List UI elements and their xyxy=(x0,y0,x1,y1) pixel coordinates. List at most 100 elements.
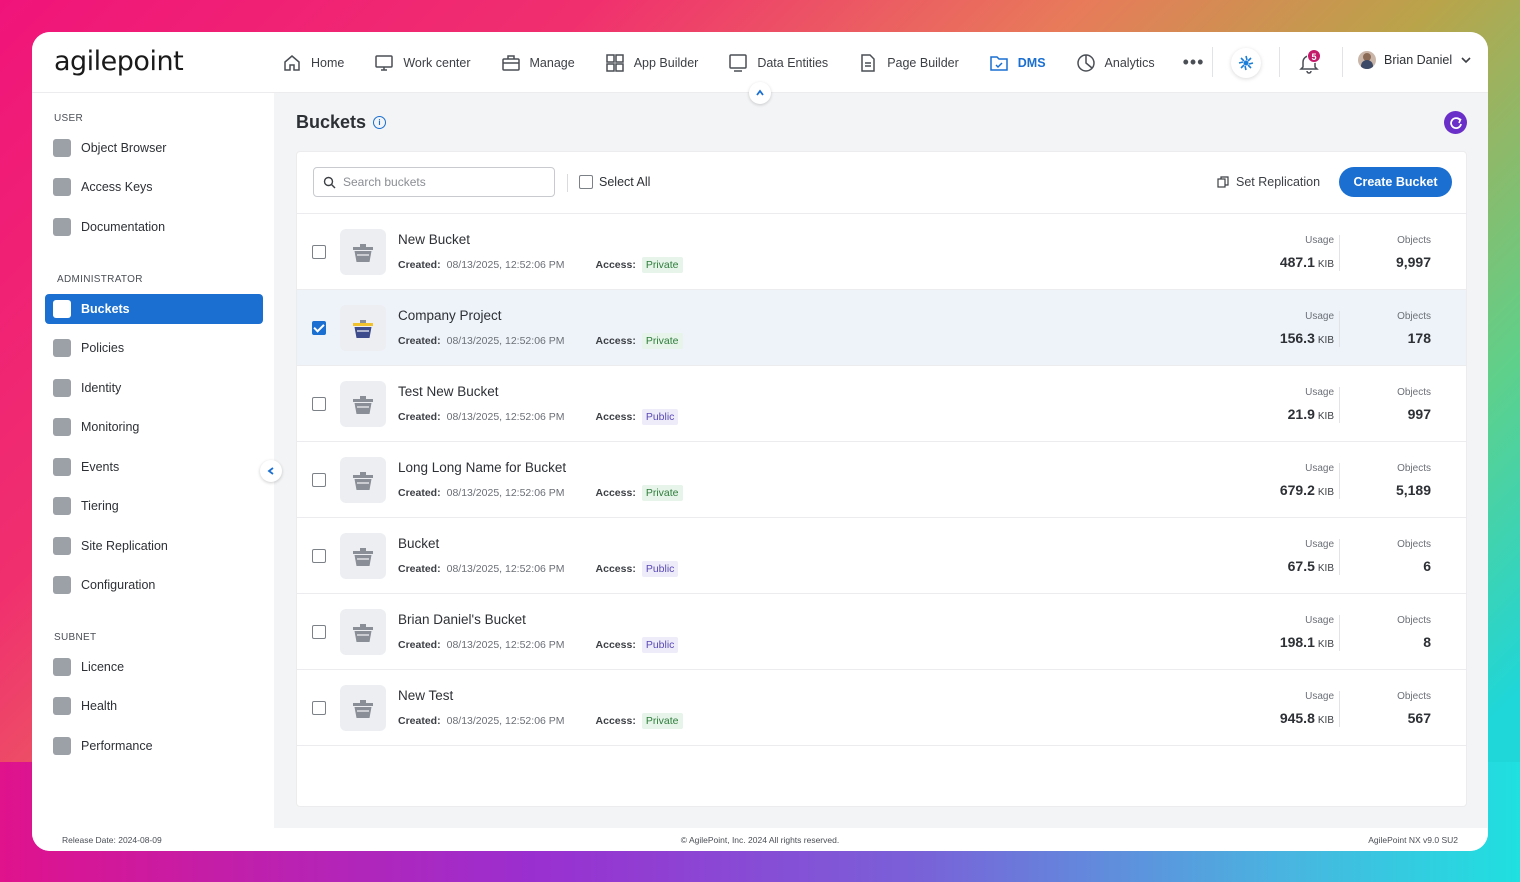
sidebar-item-access-keys[interactable]: Access Keys xyxy=(45,172,263,202)
screen-icon xyxy=(729,53,748,72)
objects-value: 567 xyxy=(1407,710,1431,726)
bucket-row[interactable]: Bucket Created: 08/13/2025, 12:52:06 PM … xyxy=(297,518,1466,594)
bucket-row[interactable]: Test New Bucket Created: 08/13/2025, 12:… xyxy=(297,366,1466,442)
sidebar-item-monitoring[interactable]: Monitoring xyxy=(45,412,263,442)
bucket-row[interactable]: New Test Created: 08/13/2025, 12:52:06 P… xyxy=(297,670,1466,746)
bucket-meta: Created: 08/13/2025, 12:52:06 PM Access:… xyxy=(398,713,683,729)
bucket-name[interactable]: Test New Bucket xyxy=(398,384,499,399)
divider xyxy=(1212,47,1213,77)
sidebar-item-buckets[interactable]: Buckets xyxy=(45,294,263,324)
refresh-button[interactable] xyxy=(1444,111,1467,134)
objects-label: Objects xyxy=(1397,311,1431,322)
notification-badge: 5 xyxy=(1307,49,1321,63)
objects-value: 9,997 xyxy=(1395,254,1431,270)
collapse-sidebar-button[interactable] xyxy=(260,460,282,482)
sidebar-item-performance[interactable]: Performance xyxy=(45,731,263,761)
layers-icon xyxy=(53,497,71,515)
usage-label: Usage xyxy=(1305,615,1334,626)
nav-analytics[interactable]: Analytics xyxy=(1076,53,1155,73)
search-input[interactable] xyxy=(343,175,543,189)
grid-icon xyxy=(605,53,624,72)
gear-icon xyxy=(53,576,71,594)
select-all-checkbox[interactable]: Select All xyxy=(579,175,650,189)
usage-label: Usage xyxy=(1305,311,1334,322)
access-badge: Private xyxy=(641,485,683,501)
search-field[interactable] xyxy=(313,167,555,197)
divider xyxy=(1279,47,1280,77)
row-checkbox[interactable] xyxy=(312,625,326,639)
row-checkbox[interactable] xyxy=(312,701,326,715)
bucket-row[interactable]: Long Long Name for Bucket Created: 08/13… xyxy=(297,442,1466,518)
logo[interactable]: agilepoint xyxy=(54,46,184,77)
sidebar-item-site-replication[interactable]: Site Replication xyxy=(45,531,263,561)
sidebar-item-policies[interactable]: Policies xyxy=(45,333,263,363)
bucket-name[interactable]: New Test xyxy=(398,688,453,703)
usage-label: Usage xyxy=(1305,539,1334,550)
badge-icon xyxy=(53,658,71,676)
objects-value: 997 xyxy=(1407,406,1431,422)
user-menu[interactable]: Brian Daniel xyxy=(1358,51,1472,69)
row-checkbox[interactable] xyxy=(312,549,326,563)
folder-icon xyxy=(990,55,1008,71)
sidebar-item-events[interactable]: Events xyxy=(45,452,263,482)
created-date: 08/13/2025, 12:52:06 PM xyxy=(446,335,565,347)
nav-page-builder[interactable]: Page Builder xyxy=(858,53,959,73)
objects-label: Objects xyxy=(1397,235,1431,246)
more-menu-icon[interactable]: ••• xyxy=(1183,52,1205,73)
bucket-name[interactable]: Company Project xyxy=(398,308,502,323)
agilepoint-app-icon[interactable] xyxy=(1231,48,1261,78)
chevron-up-icon xyxy=(756,89,764,96)
access-badge: Public xyxy=(641,561,679,577)
bucket-name[interactable]: Bucket xyxy=(398,536,439,551)
nav-home[interactable]: Home xyxy=(282,53,344,73)
row-checkbox[interactable] xyxy=(312,397,326,411)
nav-manage[interactable]: Manage xyxy=(501,53,575,73)
bucket-row[interactable]: New Bucket Created: 08/13/2025, 12:52:06… xyxy=(297,214,1466,290)
row-checkbox[interactable] xyxy=(312,321,326,335)
row-checkbox[interactable] xyxy=(312,473,326,487)
row-checkbox[interactable] xyxy=(312,245,326,259)
user-name: Brian Daniel xyxy=(1384,53,1453,67)
bucket-name[interactable]: Brian Daniel's Bucket xyxy=(398,612,526,627)
usage-value: 21.9 KIB xyxy=(1287,406,1334,422)
objects-label: Objects xyxy=(1397,539,1431,550)
set-replication-button[interactable]: Set Replication xyxy=(1217,175,1320,189)
bucket-list: New Bucket Created: 08/13/2025, 12:52:06… xyxy=(297,213,1466,746)
bucket-icon xyxy=(340,229,386,275)
monitor-icon xyxy=(53,418,71,436)
usage-value: 156.3 KIB xyxy=(1279,330,1334,346)
info-icon[interactable]: i xyxy=(373,116,387,129)
objects-label: Objects xyxy=(1397,691,1431,702)
home-icon xyxy=(284,54,300,71)
sidebar-item-tiering[interactable]: Tiering xyxy=(45,491,263,521)
nav-data-entities[interactable]: Data Entities xyxy=(728,53,828,73)
bucket-name[interactable]: New Bucket xyxy=(398,232,470,247)
bucket-row[interactable]: Company Project Created: 08/13/2025, 12:… xyxy=(297,290,1466,366)
created-label: Created: xyxy=(398,563,441,575)
avatar xyxy=(1358,51,1376,69)
bucket-meta: Created: 08/13/2025, 12:52:06 PM Access:… xyxy=(398,485,683,501)
nav-work-center[interactable]: Work center xyxy=(374,53,471,73)
nav-app-builder[interactable]: App Builder xyxy=(605,53,698,73)
nav-dms[interactable]: DMS xyxy=(989,53,1046,73)
bucket-name[interactable]: Long Long Name for Bucket xyxy=(398,460,566,475)
bucket-meta: Created: 08/13/2025, 12:52:06 PM Access:… xyxy=(398,409,679,425)
sidebar-item-documentation[interactable]: Documentation xyxy=(45,212,263,242)
monitor-icon xyxy=(375,54,394,71)
access-badge: Private xyxy=(641,713,683,729)
sidebar-item-health[interactable]: Health xyxy=(45,691,263,721)
sidebar-item-configuration[interactable]: Configuration xyxy=(45,570,263,600)
bucket-meta: Created: 08/13/2025, 12:52:06 PM Access:… xyxy=(398,257,683,273)
created-label: Created: xyxy=(398,487,441,499)
created-date: 08/13/2025, 12:52:06 PM xyxy=(446,715,565,727)
collapse-header-button[interactable] xyxy=(749,82,771,104)
bucket-icon xyxy=(340,305,386,351)
sidebar-item-licence[interactable]: Licence xyxy=(45,652,263,682)
objects-value: 5,189 xyxy=(1395,482,1431,498)
bucket-row[interactable]: Brian Daniel's Bucket Created: 08/13/202… xyxy=(297,594,1466,670)
checkbox[interactable] xyxy=(579,175,593,189)
bucket-icon xyxy=(340,609,386,655)
sidebar-item-identity[interactable]: Identity xyxy=(45,373,263,403)
sidebar-item-object-browser[interactable]: Object Browser xyxy=(45,133,263,163)
create-bucket-button[interactable]: Create Bucket xyxy=(1339,167,1452,197)
